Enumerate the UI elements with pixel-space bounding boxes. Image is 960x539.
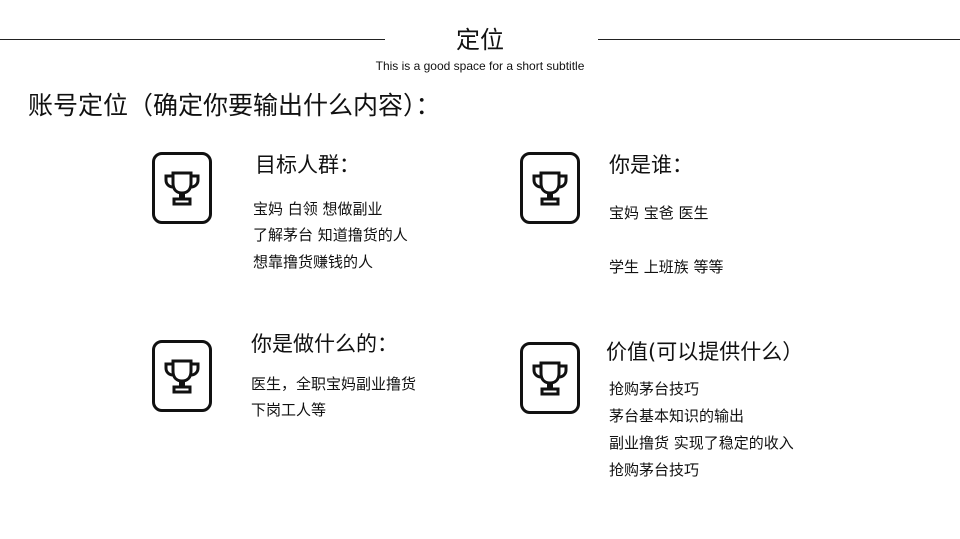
block-value-line: 抢购茅台技巧	[609, 380, 700, 398]
trophy-icon	[152, 152, 212, 224]
block-target-line: 想靠撸货赚钱的人	[253, 253, 374, 271]
block-value-line: 抢购茅台技巧	[609, 461, 700, 479]
trophy-icon	[152, 340, 212, 412]
block-who-title: 你是谁：	[609, 153, 693, 177]
section-heading: 账号定位（确定你要输出什么内容）：	[28, 91, 441, 120]
slide-subtitle: This is a good space for a short subtitl…	[375, 59, 585, 73]
block-who-line: 学生 上班族 等等	[609, 258, 724, 276]
block-work-line: 医生，全职宝妈副业撸货	[251, 375, 417, 393]
block-target-line: 宝妈 白领 想做副业	[253, 200, 383, 218]
block-target-title: 目标人群：	[255, 153, 360, 177]
trophy-glyph	[164, 359, 200, 394]
block-target-line: 了解茅台 知道撸货的人	[253, 226, 408, 244]
block-value-line: 茅台基本知识的输出	[609, 407, 745, 425]
block-value-title: 价值(可以提供什么）	[606, 340, 804, 364]
block-work-title: 你是做什么的：	[251, 332, 398, 356]
block-value-line: 副业撸货 实现了稳定的收入	[609, 434, 794, 452]
trophy-icon	[520, 342, 580, 414]
block-who-line: 宝妈 宝爸 医生	[609, 204, 709, 222]
trophy-glyph	[164, 171, 200, 206]
slide-title: 定位	[456, 26, 504, 54]
block-work-line: 下岗工人等	[251, 401, 327, 419]
trophy-glyph	[532, 361, 568, 396]
trophy-icon	[520, 152, 580, 224]
trophy-glyph	[532, 171, 568, 206]
